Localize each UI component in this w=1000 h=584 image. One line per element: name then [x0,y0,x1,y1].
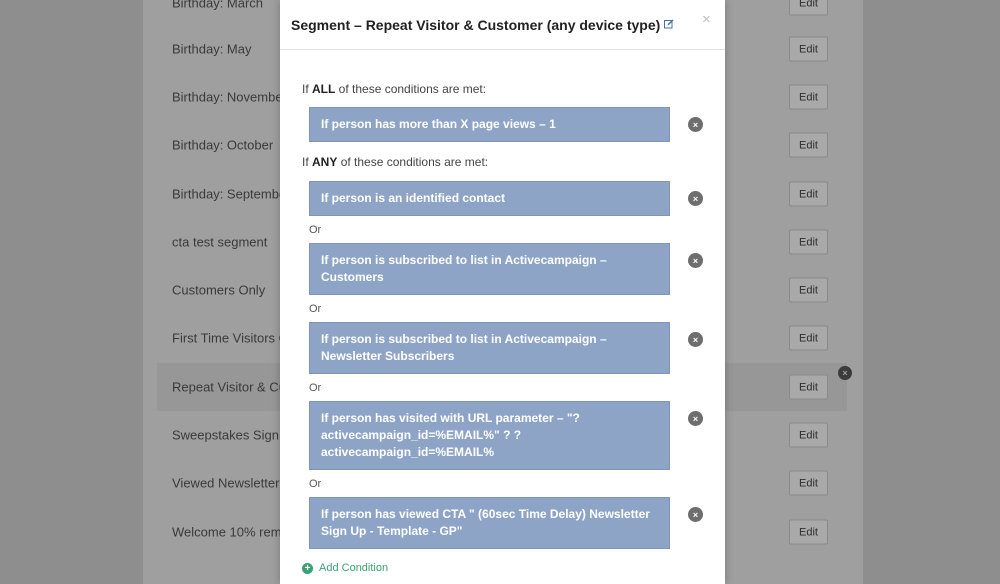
all-conditions-label: If ALL of these conditions are met: [302,82,486,96]
remove-condition-icon[interactable]: × [688,191,703,206]
group-label-prefix: If [302,82,313,96]
edit-button[interactable]: Edit [789,374,828,400]
edit-button[interactable]: Edit [789,181,828,207]
any-conditions-label: If ANY of these conditions are met: [302,155,488,169]
edit-button[interactable]: Edit [789,36,828,62]
segment-name: Birthday: March [172,0,264,11]
edit-button[interactable]: Edit [789,422,828,448]
condition-block[interactable]: If person has viewed CTA " (60sec Time D… [309,497,670,549]
or-separator: Or [309,224,322,236]
condition-block[interactable]: If person is subscribed to list in Activ… [309,322,670,374]
or-separator: Or [309,478,322,490]
condition-block[interactable]: If person has more than X page views – 1 [309,107,670,142]
condition-block[interactable]: If person has visited with URL parameter… [309,401,670,470]
edit-button[interactable]: Edit [789,519,828,545]
segment-name: Birthday: October [172,137,274,153]
add-condition-label: Add Condition [319,562,389,574]
or-separator: Or [309,382,322,394]
remove-condition-icon[interactable]: × [688,253,703,268]
segment-name: cta test segment [172,234,268,250]
modal-header: Segment – Repeat Visitor & Customer (any… [280,0,725,50]
edit-button[interactable]: Edit [789,229,828,255]
condition-text: If person has visited with URL parameter… [321,411,580,459]
edit-button[interactable]: Edit [789,470,828,496]
remove-condition-icon[interactable]: × [688,507,703,522]
edit-icon[interactable] [664,19,674,29]
condition-text: If person has more than X page views – 1 [321,117,556,131]
group-label-keyword: ANY [312,155,338,169]
segment-name: Birthday: November [172,89,287,105]
edit-button[interactable]: Edit [789,325,828,351]
group-label-prefix: If [302,155,313,169]
segment-name: Birthday: September [172,186,291,202]
remove-condition-icon[interactable]: × [688,332,703,347]
group-label-suffix: of these conditions are met: [337,155,489,169]
segment-modal: Segment – Repeat Visitor & Customer (any… [280,0,725,584]
edit-button[interactable]: Edit [789,84,828,110]
condition-text: If person is an identified contact [321,191,506,205]
group-label-keyword: ALL [312,82,336,96]
segment-name: Viewed Newsletter [172,475,280,491]
segment-name: Customers Only [172,282,266,298]
or-separator: Or [309,303,322,315]
condition-text: If person is subscribed to list in Activ… [321,253,607,284]
edit-button[interactable]: Edit [789,277,828,303]
segment-name: Birthday: May [172,41,252,57]
add-condition-button[interactable]: + Add Condition [302,562,388,574]
plus-circle-icon: + [302,562,313,574]
edit-button[interactable]: Edit [789,0,828,16]
close-button[interactable]: × [702,11,711,28]
condition-text: If person is subscribed to list in Activ… [321,332,607,363]
edit-button[interactable]: Edit [789,132,828,158]
condition-block[interactable]: If person is an identified contact [309,181,670,216]
row-remove-icon[interactable]: × [838,366,852,380]
group-label-suffix: of these conditions are met: [335,82,487,96]
condition-block[interactable]: If person is subscribed to list in Activ… [309,243,670,295]
remove-condition-icon[interactable]: × [688,411,703,426]
remove-condition-icon[interactable]: × [688,117,703,132]
condition-text: If person has viewed CTA " (60sec Time D… [321,507,650,538]
modal-title: Segment – Repeat Visitor & Customer (any… [291,17,661,33]
